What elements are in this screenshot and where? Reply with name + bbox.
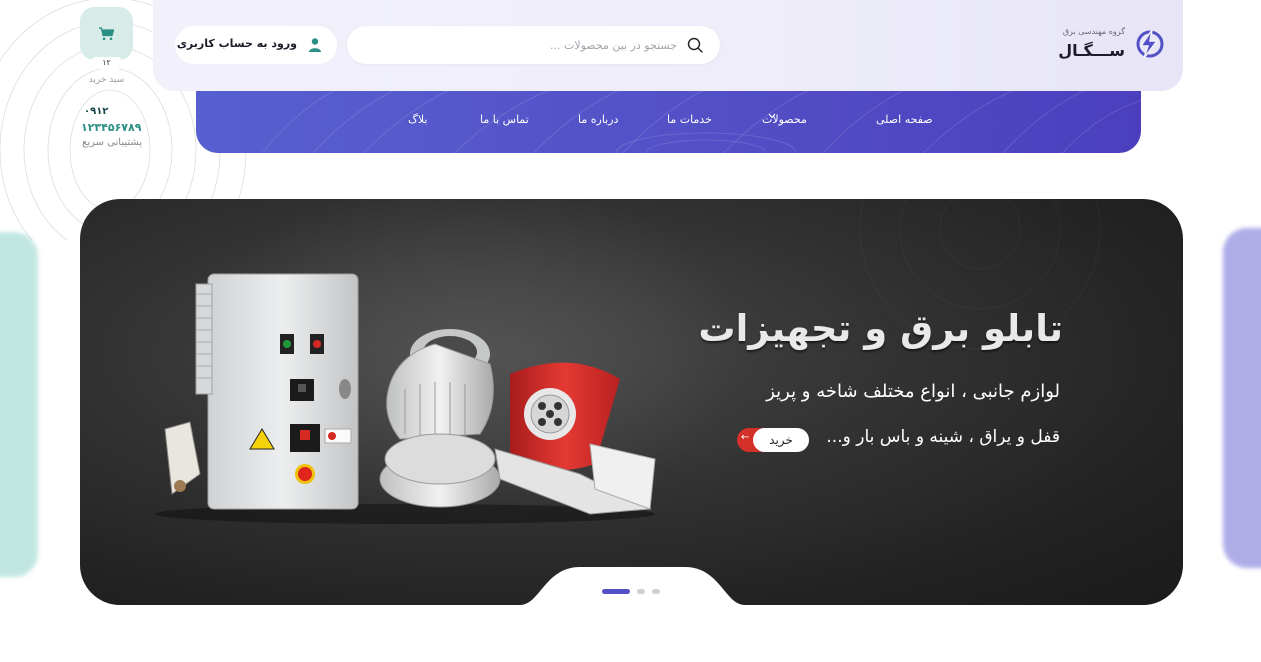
logo-subtitle: گروه مهندسی برق <box>1062 27 1125 36</box>
login-label: ورود به حساب کاربری <box>176 37 297 50</box>
slider-dot[interactable] <box>637 589 645 594</box>
hero-slider[interactable]: تابلو برق و تجهیزات لوازم جانبی ، انواع … <box>80 199 1183 605</box>
right-side-decoration <box>1223 228 1261 568</box>
logo-bolt-icon <box>1136 29 1164 59</box>
search-bar[interactable] <box>347 26 720 64</box>
slider-dot[interactable] <box>652 589 660 594</box>
nav-item-home[interactable]: صفحه اصلی <box>876 113 933 126</box>
slider-dot-active[interactable] <box>602 589 630 594</box>
chevron-down-icon <box>768 113 776 119</box>
login-button[interactable]: ورود به حساب کاربری <box>175 26 337 64</box>
page: گروه مهندسی برق ســـگـال ورود به حساب کا… <box>0 0 1261 662</box>
left-side-decoration <box>0 232 38 577</box>
nav-item-about[interactable]: درباره ما <box>578 113 618 126</box>
main-navigation: صفحه اصلی محصولات خدمات ما درباره ما تما… <box>196 91 1141 153</box>
cart-button[interactable] <box>80 7 133 60</box>
nav-item-contact[interactable]: تماس با ما <box>480 113 529 126</box>
nav-item-blog[interactable]: بلاگ <box>408 113 427 126</box>
hero-bottom-notch <box>520 567 745 605</box>
slider-pagination <box>602 589 662 595</box>
user-icon <box>309 38 321 52</box>
logo-name: ســـگـال <box>1058 41 1125 60</box>
search-input[interactable] <box>363 35 677 55</box>
site-logo[interactable]: گروه مهندسی برق ســـگـال <box>1058 24 1166 66</box>
support-phone-prefix[interactable]: ۰۹۱۲ <box>84 106 108 117</box>
cart-count-badge: ۱۲ <box>92 57 121 69</box>
nav-item-products[interactable]: محصولات <box>762 113 807 126</box>
cart-label: سبد خرید <box>88 75 125 85</box>
support-label: پشتیبانی سریع <box>82 137 143 148</box>
cart-icon <box>99 27 115 41</box>
support-phone-number[interactable]: ۱۲۳۴۵۶۷۸۹ <box>81 121 141 134</box>
nav-item-services[interactable]: خدمات ما <box>667 113 712 126</box>
search-icon[interactable] <box>687 37 703 53</box>
